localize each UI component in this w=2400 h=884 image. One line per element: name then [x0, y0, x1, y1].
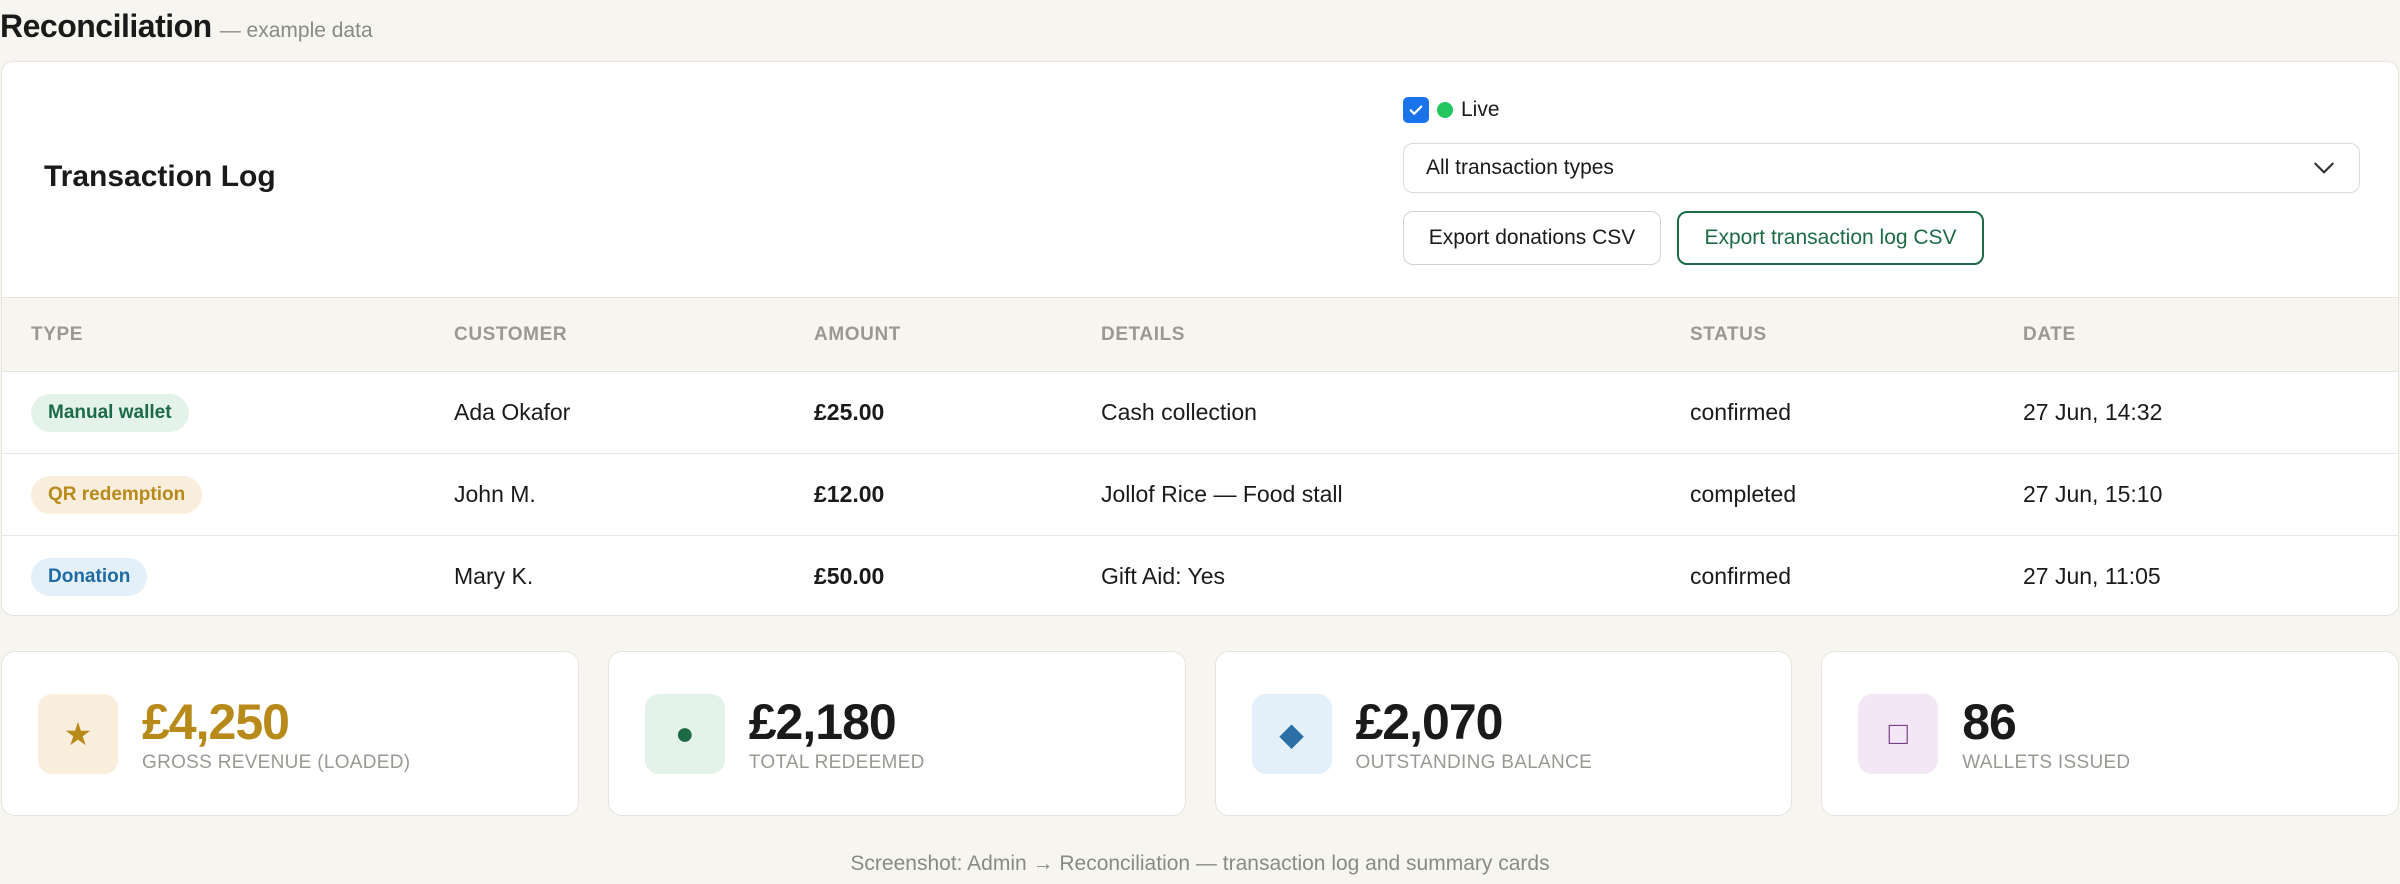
table-row[interactable]: Manual wallet Ada Okafor £25.00 Cash col…: [2, 371, 2398, 454]
page-header: Reconciliation — example data: [0, 8, 373, 48]
card-gross-revenue: ★ £4,250 GROSS REVENUE (LOADED): [1, 651, 579, 816]
page-subtitle: — example data: [219, 19, 373, 42]
date-cell: 27 Jun, 14:32: [2023, 371, 2398, 454]
customer-cell: John M.: [454, 453, 814, 536]
status-cell: confirmed: [1690, 563, 1791, 590]
live-status-dot-icon: [1437, 102, 1453, 118]
transaction-type-selected: All transaction types: [1426, 156, 1614, 179]
square-icon: □: [1858, 693, 1939, 774]
panel-title: Transaction Log: [44, 160, 276, 193]
column-header-amount: AMOUNT: [814, 297, 1101, 372]
card-value: £2,070: [1355, 693, 1504, 750]
column-header-details: DETAILS: [1101, 297, 1690, 372]
transaction-log-panel: Transaction Log Live All transaction typ…: [1, 61, 2399, 616]
card-value: £2,180: [748, 693, 897, 750]
transaction-type-select[interactable]: All transaction types: [1403, 143, 2360, 193]
card-outstanding-balance: ◆ £2,070 OUTSTANDING BALANCE: [1214, 651, 1793, 816]
amount-cell: £50.00: [814, 563, 885, 590]
table-row[interactable]: Donation Mary K. £50.00 Gift Aid: Yes co…: [2, 536, 2398, 616]
customer-cell: Ada Okafor: [454, 371, 814, 454]
table-row[interactable]: QR redemption John M. £12.00 Jollof Rice…: [2, 453, 2398, 536]
log-controls: Live All transaction types Export donati…: [1403, 93, 2360, 265]
star-icon: ★: [38, 693, 118, 774]
date-cell: 27 Jun, 11:05: [2023, 563, 2161, 590]
card-total-redeemed: ● £2,180 TOTAL REDEEMED: [607, 651, 1186, 816]
summary-cards: ★ £4,250 GROSS REVENUE (LOADED) ● £2,180…: [1, 651, 2399, 816]
card-value: 86: [1962, 693, 2017, 750]
amount-cell: £12.00: [814, 453, 1101, 536]
column-header-status: STATUS: [1690, 297, 2023, 372]
card-label: OUTSTANDING BALANCE: [1355, 751, 1593, 773]
diamond-icon: ◆: [1251, 693, 1332, 774]
column-header-type: TYPE: [2, 297, 454, 372]
card-label: GROSS REVENUE (LOADED): [142, 751, 411, 773]
status-cell: confirmed: [1690, 371, 2023, 454]
table-header-row: TYPE CUSTOMER AMOUNT DETAILS STATUS DATE: [2, 297, 2398, 372]
card-wallets-issued: □ 86 WALLETS ISSUED: [1821, 651, 2399, 816]
screenshot-caption: Screenshot: Admin → Reconciliation — tra…: [850, 852, 1550, 875]
column-header-customer: CUSTOMER: [454, 297, 814, 372]
chevron-down-icon: [2314, 162, 2334, 174]
column-header-date: DATE: [2023, 297, 2398, 372]
dot-icon: ●: [644, 693, 725, 774]
date-cell: 27 Jun, 15:10: [2023, 453, 2398, 536]
live-toggle-row: Live: [1403, 93, 2360, 127]
card-value: £4,250: [142, 693, 290, 750]
type-badge: Donation: [31, 557, 148, 596]
details-cell: Cash collection: [1101, 371, 1690, 454]
type-badge: QR redemption: [31, 475, 203, 514]
customer-cell: Mary K.: [454, 563, 534, 590]
live-checkbox[interactable]: [1403, 97, 1429, 123]
amount-cell: £25.00: [814, 371, 1101, 454]
details-cell: Gift Aid: Yes: [1101, 563, 1226, 590]
export-transaction-log-button[interactable]: Export transaction log CSV: [1677, 211, 1984, 265]
export-donations-button[interactable]: Export donations CSV: [1403, 211, 1661, 265]
type-badge: Manual wallet: [31, 393, 189, 432]
transaction-table: TYPE CUSTOMER AMOUNT DETAILS STATUS DATE…: [2, 297, 2398, 616]
live-label: Live: [1461, 98, 1500, 121]
card-label: WALLETS ISSUED: [1962, 751, 2131, 773]
export-buttons: Export donations CSV Export transaction …: [1403, 211, 2360, 265]
page-title: Reconciliation: [0, 8, 212, 44]
status-cell: completed: [1690, 453, 2023, 536]
checkmark-icon: [1409, 105, 1423, 115]
card-label: TOTAL REDEEMED: [748, 751, 925, 773]
details-cell: Jollof Rice — Food stall: [1101, 453, 1690, 536]
